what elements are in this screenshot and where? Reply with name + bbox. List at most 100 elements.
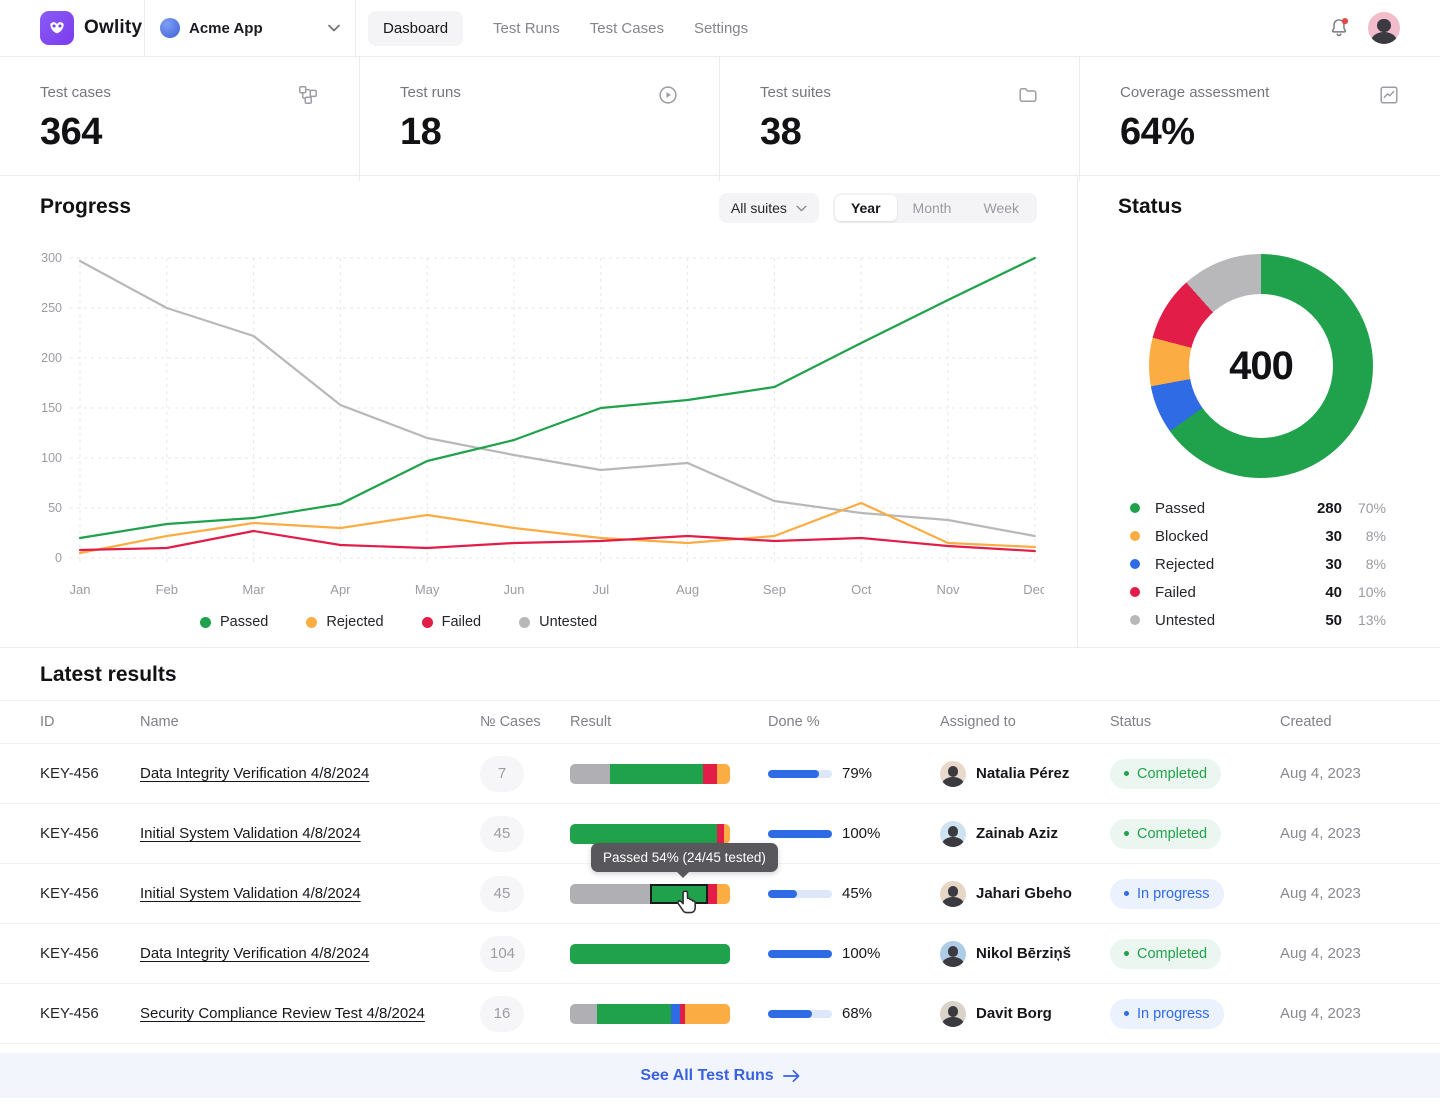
created-date: Aug 4, 2023 xyxy=(1280,945,1440,962)
result-segment[interactable] xyxy=(570,884,650,904)
result-segment[interactable] xyxy=(685,1004,730,1024)
range-option-year[interactable]: Year xyxy=(835,195,897,221)
stat-value: 18 xyxy=(400,111,679,154)
stat-card-test-suites: Test suites 38 xyxy=(720,57,1080,181)
table-row[interactable]: KEY-456Data Integrity Verification 4/8/2… xyxy=(0,924,1440,984)
done-progress-track xyxy=(768,1010,832,1018)
status-percent: 13% xyxy=(1342,612,1386,628)
result-bar[interactable] xyxy=(570,944,730,964)
avatar-silhouette xyxy=(948,766,959,777)
result-segment[interactable] xyxy=(717,884,730,904)
notifications-button[interactable] xyxy=(1328,17,1350,39)
progress-line-chart: 050100150200250300JanFebMarAprMayJunJulA… xyxy=(36,246,1044,618)
table-row[interactable]: KEY-456Security Compliance Review Test 4… xyxy=(0,984,1440,1044)
status-badge-label: In progress xyxy=(1137,1006,1210,1022)
assignee-cell: Jahari Gbeho xyxy=(940,881,1110,907)
cases-cell: 104 xyxy=(480,936,570,972)
status-legend-row-failed: Failed4010% xyxy=(1130,578,1386,606)
run-id: KEY-456 xyxy=(40,765,140,782)
result-segment[interactable] xyxy=(570,1004,597,1024)
stat-value: 38 xyxy=(760,111,1039,154)
result-segment[interactable] xyxy=(717,764,730,784)
avatar-silhouette xyxy=(948,946,959,957)
run-name-link[interactable]: Initial System Validation 4/8/2024 xyxy=(140,825,361,842)
result-segment[interactable] xyxy=(708,884,718,904)
status-cell: In progress xyxy=(1110,999,1280,1029)
run-name-link[interactable]: Security Compliance Review Test 4/8/2024 xyxy=(140,1005,425,1022)
result-cell xyxy=(570,1004,768,1024)
legend-label: Rejected xyxy=(326,614,383,630)
done-cell: 100% xyxy=(768,945,940,962)
run-name-cell: Initial System Validation 4/8/2024 xyxy=(140,825,480,842)
svg-text:Dec: Dec xyxy=(1023,582,1044,597)
stat-value: 64% xyxy=(1120,111,1400,154)
result-segment[interactable] xyxy=(703,764,717,784)
avatar-silhouette xyxy=(942,897,964,907)
assignee-cell: Zainab Aziz xyxy=(940,821,1110,847)
run-name-link[interactable]: Initial System Validation 4/8/2024 xyxy=(140,885,361,902)
svg-text:Jul: Jul xyxy=(592,582,609,597)
nav-item-test-runs[interactable]: Test Runs xyxy=(493,11,560,46)
result-bar[interactable] xyxy=(570,1004,730,1024)
result-segment[interactable] xyxy=(610,764,703,784)
result-segment[interactable] xyxy=(570,824,717,844)
status-dot xyxy=(1130,503,1140,513)
result-segment[interactable] xyxy=(671,1004,681,1024)
column-header: Created xyxy=(1280,714,1440,730)
assignee-name: Davit Borg xyxy=(976,1005,1052,1022)
cases-cell: 45 xyxy=(480,876,570,912)
nav-item-settings[interactable]: Settings xyxy=(694,11,748,46)
status-badge: In progress xyxy=(1110,879,1224,909)
result-cell xyxy=(570,884,768,904)
result-segment[interactable] xyxy=(597,1004,671,1024)
run-name-link[interactable]: Data Integrity Verification 4/8/2024 xyxy=(140,945,369,962)
suites-filter-dropdown[interactable]: All suites xyxy=(719,193,819,223)
svg-text:Mar: Mar xyxy=(242,582,265,597)
column-header: Done % xyxy=(768,714,940,730)
nav-item-test-cases[interactable]: Test Cases xyxy=(590,11,664,46)
created-date: Aug 4, 2023 xyxy=(1280,765,1440,782)
svg-text:Aug: Aug xyxy=(676,582,699,597)
status-badge-dot xyxy=(1124,951,1129,956)
status-legend: Passed28070%Blocked308%Rejected308%Faile… xyxy=(1130,494,1386,634)
stat-label: Test suites xyxy=(760,84,831,101)
status-legend-row-blocked: Blocked308% xyxy=(1130,522,1386,550)
result-segment[interactable] xyxy=(570,764,610,784)
chevron-down-icon xyxy=(796,205,807,212)
table-row[interactable]: KEY-456Initial System Validation 4/8/202… xyxy=(0,864,1440,924)
svg-text:Feb: Feb xyxy=(156,582,178,597)
cases-count-badge: 16 xyxy=(480,996,524,1032)
result-bar[interactable] xyxy=(570,824,730,844)
result-segment[interactable] xyxy=(570,944,730,964)
assignee-name: Zainab Aziz xyxy=(976,825,1058,842)
header-divider xyxy=(144,0,145,56)
see-all-test-runs-link[interactable]: See All Test Runs xyxy=(640,1067,799,1085)
run-id: KEY-456 xyxy=(40,885,140,902)
status-badge: In progress xyxy=(1110,999,1224,1029)
result-bar[interactable] xyxy=(570,764,730,784)
assignee-avatar xyxy=(940,881,966,907)
svg-text:Jun: Jun xyxy=(504,582,525,597)
stat-card-test-cases: Test cases 364 xyxy=(0,57,360,181)
footer-bar: See All Test Runs xyxy=(0,1053,1440,1098)
result-bar[interactable] xyxy=(570,884,730,904)
table-row[interactable]: KEY-456Data Integrity Verification 4/8/2… xyxy=(0,744,1440,804)
range-option-week[interactable]: Week xyxy=(967,195,1035,221)
column-header: Name xyxy=(140,714,480,730)
avatar-silhouette xyxy=(948,1006,959,1017)
user-avatar[interactable] xyxy=(1368,12,1400,44)
range-option-month[interactable]: Month xyxy=(897,195,968,221)
dashboard-page: Owlity Acme App DasboardTest RunsTest Ca… xyxy=(0,0,1440,1110)
run-name-link[interactable]: Data Integrity Verification 4/8/2024 xyxy=(140,765,369,782)
status-dot xyxy=(1130,587,1140,597)
done-cell: 45% xyxy=(768,885,940,902)
result-segment[interactable] xyxy=(724,824,730,844)
legend-label: Failed xyxy=(442,614,482,630)
status-label: Rejected xyxy=(1144,556,1290,573)
avatar-silhouette xyxy=(948,826,959,837)
done-progress-track xyxy=(768,770,832,778)
nav-item-dasboard[interactable]: Dasboard xyxy=(368,11,463,46)
status-badge-dot xyxy=(1124,1011,1129,1016)
stat-label: Test cases xyxy=(40,84,111,101)
app-selector[interactable]: Acme App xyxy=(160,14,340,42)
